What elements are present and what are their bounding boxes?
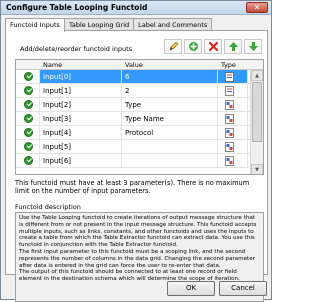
inputs-grid[interactable]: Name Value Type Input[0] 6 Input[1] 2 In… bbox=[15, 59, 264, 175]
constant-icon bbox=[225, 86, 234, 96]
valid-check-icon bbox=[24, 128, 33, 137]
input-name: Input[5] bbox=[40, 140, 122, 153]
tab-functoid-inputs[interactable]: Functoid Inputs bbox=[5, 18, 65, 32]
link-icon bbox=[225, 114, 234, 124]
pencil-icon[interactable] bbox=[164, 39, 182, 54]
input-value[interactable] bbox=[122, 140, 218, 153]
table-row[interactable]: Input[0] 6 bbox=[16, 70, 263, 84]
input-value[interactable]: Type bbox=[122, 98, 218, 111]
tab-panel: Add/delete/reorder functoid inputs Name … bbox=[5, 30, 268, 302]
header-name[interactable]: Name bbox=[43, 61, 62, 69]
table-row[interactable]: Input[3] Type Name bbox=[16, 112, 263, 126]
input-value[interactable]: Type Name bbox=[122, 112, 218, 125]
close-button[interactable]: ✕ bbox=[246, 2, 268, 13]
table-row[interactable]: Input[5] bbox=[16, 140, 263, 154]
window-title: Configure Table Looping Functoid bbox=[6, 3, 148, 12]
table-row[interactable]: Input[4] Protocol bbox=[16, 126, 263, 140]
valid-check-icon bbox=[24, 72, 33, 81]
valid-check-icon bbox=[24, 156, 33, 165]
input-name: Input[6] bbox=[40, 154, 122, 167]
link-icon bbox=[225, 156, 234, 166]
grid-scrollbar[interactable]: ▲ ▼ bbox=[250, 70, 263, 174]
header-value[interactable]: Value bbox=[125, 61, 143, 69]
input-value[interactable]: Protocol bbox=[122, 126, 218, 139]
parameter-info-text: This functoid must have at least 3 param… bbox=[15, 179, 250, 195]
input-name: Input[4] bbox=[40, 126, 122, 139]
valid-check-icon bbox=[24, 114, 33, 123]
input-name: Input[2] bbox=[40, 98, 122, 111]
move-up-icon[interactable] bbox=[224, 39, 242, 54]
cancel-button[interactable]: Cancel bbox=[219, 281, 267, 296]
valid-check-icon bbox=[24, 86, 33, 95]
ok-button[interactable]: OK bbox=[167, 281, 215, 296]
valid-check-icon bbox=[24, 100, 33, 109]
description-label: Functoid description bbox=[15, 203, 81, 211]
grid-header: Name Value Type bbox=[16, 60, 263, 70]
input-value[interactable]: 6 bbox=[122, 70, 218, 83]
input-value[interactable] bbox=[122, 154, 218, 167]
table-row[interactable]: Input[1] 2 bbox=[16, 84, 263, 98]
move-down-icon[interactable] bbox=[244, 39, 262, 54]
add-input-icon[interactable] bbox=[184, 39, 202, 54]
scroll-down-icon[interactable]: ▼ bbox=[251, 164, 263, 174]
header-type[interactable]: Type bbox=[221, 61, 236, 69]
input-name: Input[0] bbox=[40, 70, 122, 83]
constant-icon bbox=[225, 72, 234, 82]
inputs-section-label: Add/delete/reorder functoid inputs bbox=[20, 45, 133, 53]
table-row[interactable]: Input[6] bbox=[16, 154, 263, 168]
scroll-up-icon[interactable]: ▲ bbox=[251, 70, 263, 81]
input-name: Input[3] bbox=[40, 112, 122, 125]
input-name: Input[1] bbox=[40, 84, 122, 97]
input-value[interactable]: 2 bbox=[122, 84, 218, 97]
valid-check-icon bbox=[24, 142, 33, 151]
link-icon bbox=[225, 100, 234, 110]
scrollbar-thumb[interactable] bbox=[252, 82, 262, 142]
dialog-window: Configure Table Looping Functoid ✕ Funct… bbox=[0, 0, 272, 302]
table-row[interactable]: Input[2] Type bbox=[16, 98, 263, 112]
delete-input-icon[interactable] bbox=[204, 39, 222, 54]
title-bar[interactable]: Configure Table Looping Functoid ✕ bbox=[1, 1, 271, 15]
link-icon bbox=[225, 128, 234, 138]
link-icon bbox=[225, 142, 234, 152]
inputs-toolbar bbox=[164, 39, 262, 54]
